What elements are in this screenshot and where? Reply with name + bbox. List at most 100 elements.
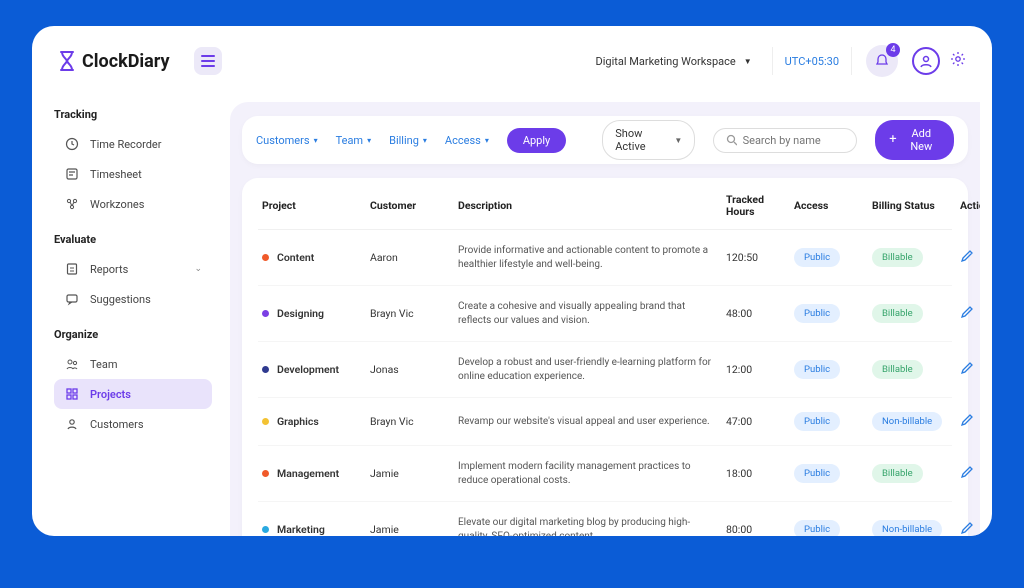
col-access: Access [794,199,864,212]
sidebar-item-label: Team [90,358,118,371]
filter-team[interactable]: Team▾ [336,134,372,147]
menu-toggle-button[interactable] [194,47,222,75]
access-badge: Public [794,520,840,536]
table-row: GraphicsBrayn VicRevamp our website's vi… [258,398,952,446]
access-cell: Public [794,412,864,431]
access-badge: Public [794,360,840,379]
pencil-icon [960,361,974,375]
sidebar-group-evaluate: Evaluate [54,233,212,246]
project-name: Designing [277,307,324,320]
chevron-down-icon: ▼ [674,136,682,145]
search-icon [726,134,736,146]
table-row: MarketingJamieElevate our digital market… [258,502,952,536]
show-active-dropdown[interactable]: Show Active ▼ [602,120,695,160]
access-cell: Public [794,304,864,323]
sidebar-group-tracking: Tracking [54,108,212,121]
col-project: Project [262,199,362,212]
col-billing: Billing Status [872,199,952,212]
sidebar-item-label: Customers [90,418,144,431]
edit-button[interactable] [960,249,974,266]
edit-button[interactable] [960,305,974,322]
notification-count-badge: 4 [886,43,900,57]
main-panel: Customers▾ Team▾ Billing▾ Access▾ Apply … [230,102,980,536]
access-cell: Public [794,360,864,379]
project-color-dot [262,470,269,477]
col-customer: Customer [370,199,450,212]
sidebar-item-suggestions[interactable]: Suggestions [54,284,212,314]
billing-badge: Billable [872,360,923,379]
timezone-indicator[interactable]: UTC+05:30 [779,55,845,68]
edit-button[interactable] [960,465,974,482]
table-row: DesigningBrayn VicCreate a cohesive and … [258,286,952,342]
chevron-down-icon: ▼ [744,57,752,66]
workspace-selector[interactable]: Digital Marketing Workspace ▼ [596,55,766,68]
table-header-row: Project Customer Description Tracked Hou… [258,178,952,230]
sidebar-item-label: Reports [90,263,128,276]
user-icon [919,54,933,68]
filter-billing[interactable]: Billing▾ [389,134,427,147]
sidebar-item-time-recorder[interactable]: Time Recorder [54,129,212,159]
edit-button[interactable] [960,361,974,378]
billing-cell: Billable [872,304,952,323]
notifications-button[interactable]: 4 [866,45,898,77]
search-box[interactable] [713,128,857,153]
apply-button[interactable]: Apply [507,128,566,153]
sidebar-item-customers[interactable]: Customers [54,409,212,439]
customer-cell: Aaron [370,251,450,264]
add-new-button[interactable]: + Add New [875,120,954,160]
bell-icon [875,54,889,68]
description-cell: Provide informative and actionable conte… [458,244,718,271]
billing-badge: Non-billable [872,412,942,431]
access-badge: Public [794,412,840,431]
edit-button[interactable] [960,521,974,536]
sidebar-item-label: Workzones [90,198,144,211]
project-cell: Designing [262,307,362,320]
filter-access[interactable]: Access▾ [445,134,489,147]
search-input[interactable] [743,134,845,147]
workzones-icon [64,197,80,211]
project-name: Management [277,467,339,480]
edit-button[interactable] [960,413,974,430]
settings-button[interactable] [950,51,966,71]
sidebar-item-label: Time Recorder [90,138,161,151]
user-avatar-button[interactable] [912,47,940,75]
sidebar-item-reports[interactable]: Reports ⌄ [54,254,212,284]
reports-icon [64,262,80,276]
projects-table: Project Customer Description Tracked Hou… [242,178,968,536]
caret-down-icon: ▾ [423,136,427,145]
brand-logo: ClockDiary [58,51,170,72]
sidebar-group-organize: Organize [54,328,212,341]
description-cell: Create a cohesive and visually appealing… [458,300,718,327]
suggestions-icon [64,292,80,306]
billing-cell: Billable [872,360,952,379]
hamburger-icon [201,55,215,67]
hourglass-icon [58,51,76,71]
access-badge: Public [794,464,840,483]
billing-cell: Non-billable [872,412,952,431]
customer-cell: Brayn Vic [370,415,450,428]
actions-cell [960,413,980,430]
billing-cell: Non-billable [872,520,952,536]
description-cell: Elevate our digital marketing blog by pr… [458,516,718,536]
project-color-dot [262,310,269,317]
access-badge: Public [794,304,840,323]
tracked-hours-cell: 18:00 [726,467,786,480]
clock-icon [64,137,80,151]
sidebar-item-timesheet[interactable]: Timesheet [54,159,212,189]
sidebar-item-team[interactable]: Team [54,349,212,379]
filter-customers[interactable]: Customers▾ [256,134,318,147]
workspace-label: Digital Marketing Workspace [596,55,736,68]
caret-down-icon: ▾ [367,136,371,145]
toolbar: Customers▾ Team▾ Billing▾ Access▾ Apply … [242,116,968,164]
billing-badge: Non-billable [872,520,942,536]
actions-cell [960,521,980,536]
table-row: ContentAaronProvide informative and acti… [258,230,952,286]
project-cell: Marketing [262,523,362,536]
tracked-hours-cell: 12:00 [726,363,786,376]
description-cell: Implement modern facility management pra… [458,460,718,487]
billing-cell: Billable [872,248,952,267]
tracked-hours-cell: 80:00 [726,523,786,536]
sidebar-item-workzones[interactable]: Workzones [54,189,212,219]
sidebar-item-label: Projects [90,388,131,401]
sidebar-item-projects[interactable]: Projects [54,379,212,409]
